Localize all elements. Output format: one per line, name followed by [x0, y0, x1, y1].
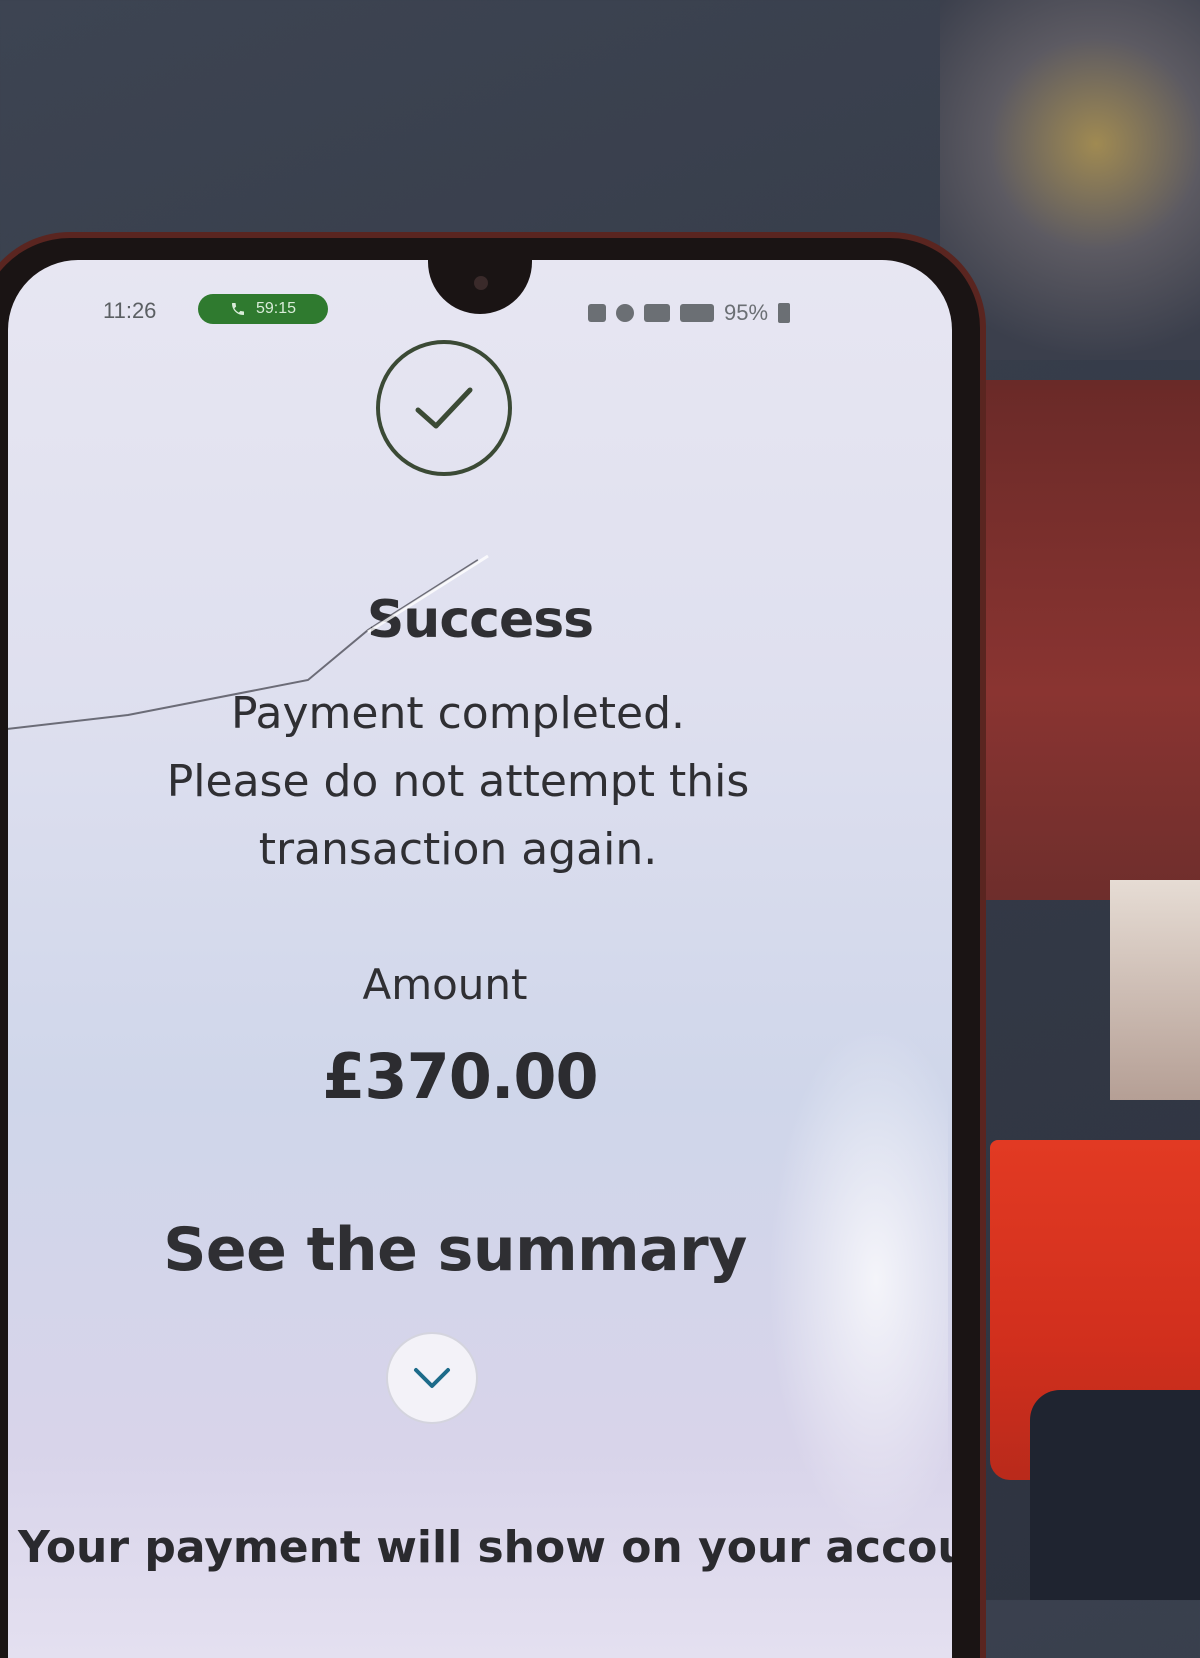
- front-camera: [474, 276, 488, 290]
- background-white-area: [1110, 880, 1200, 1100]
- camera-notch: [428, 260, 532, 314]
- amount-label: Amount: [362, 960, 528, 1009]
- call-timer: 59:15: [255, 300, 297, 317]
- phone-screen: 11:26 59:15 95% Success Payment complete…: [8, 260, 952, 1658]
- message-line-3: transaction again.: [258, 824, 658, 875]
- result-message: Payment completed. Please do not attempt…: [108, 680, 808, 884]
- wifi-icon: [644, 304, 670, 322]
- background-red-area: [980, 380, 1200, 900]
- status-icons: 95%: [588, 300, 791, 326]
- phone-body: 11:26 59:15 95% Success Payment complete…: [0, 238, 980, 1658]
- page-title: Success: [366, 590, 594, 650]
- message-line-2: Please do not attempt this: [166, 756, 750, 807]
- phone-icon: [231, 303, 244, 315]
- background-object-top-right: [940, 0, 1200, 360]
- background-dark-object: [1030, 1390, 1200, 1600]
- success-check: [376, 340, 512, 476]
- checkmark-icon: [415, 387, 473, 429]
- chevron-down-icon: [414, 1368, 450, 1388]
- message-line-1: Payment completed.: [230, 688, 686, 739]
- battery-percent: 95%: [724, 300, 769, 325]
- ongoing-call-pill[interactable]: 59:15: [198, 294, 328, 324]
- signal-icon: [680, 304, 714, 322]
- bluetooth-icon: [616, 304, 634, 322]
- battery-icon: [778, 303, 791, 323]
- screen-glare: [768, 1020, 948, 1540]
- status-time: 11:26: [103, 298, 157, 323]
- notification-icon: [588, 304, 606, 322]
- summary-expand-button[interactable]: [386, 1332, 478, 1424]
